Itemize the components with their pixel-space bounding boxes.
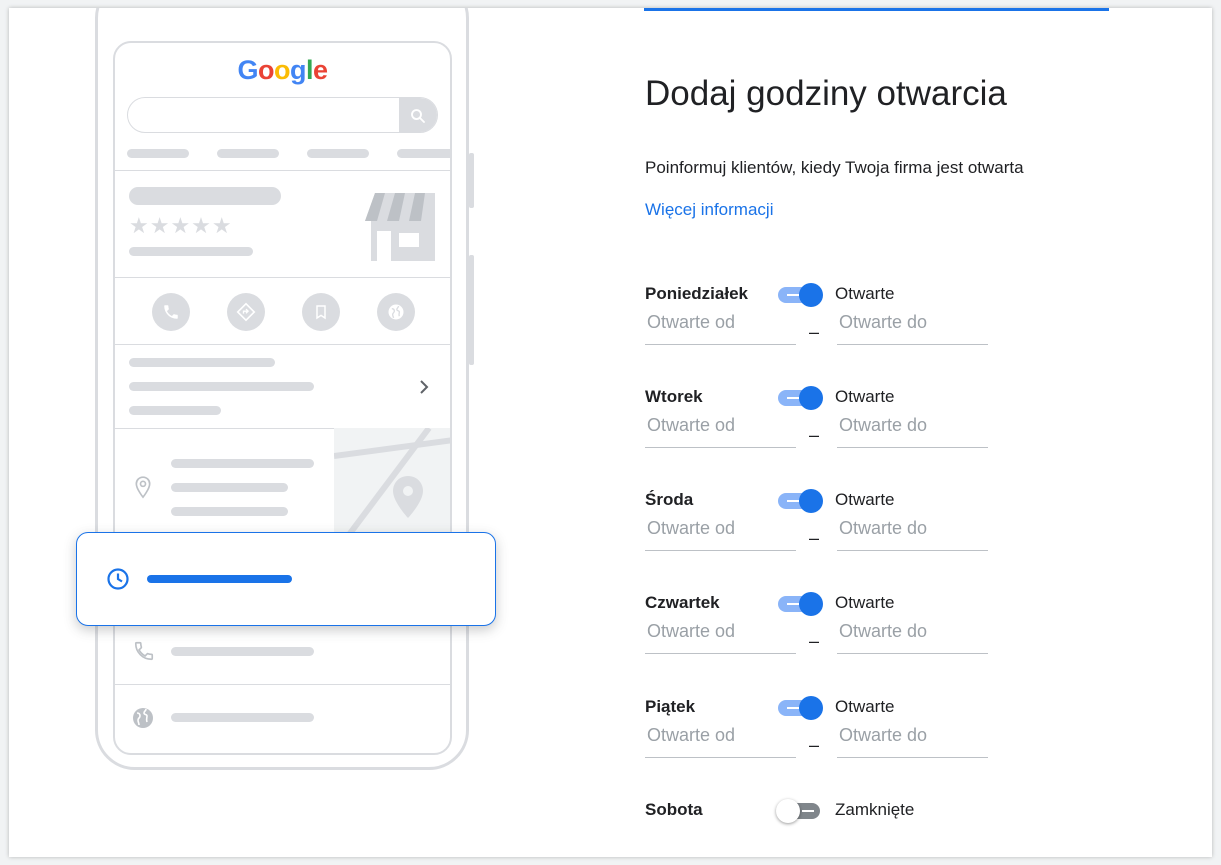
open-toggle[interactable] xyxy=(776,591,824,617)
opening-time-field[interactable] xyxy=(645,615,796,654)
day-row-czwartek: Czwartek Otwarte – xyxy=(645,591,1015,673)
open-status-label: Otwarte xyxy=(835,284,895,303)
day-name: Czwartek xyxy=(645,593,720,612)
divider xyxy=(115,277,450,278)
search-icon xyxy=(399,98,437,132)
placeholder-bar xyxy=(171,483,288,492)
divider xyxy=(115,344,450,345)
phone-screen: Google ★★★★★ xyxy=(113,41,452,755)
logo-letter: l xyxy=(305,55,314,85)
opening-time-input[interactable] xyxy=(645,518,796,539)
placeholder-bar xyxy=(171,647,314,656)
day-name: Piątek xyxy=(645,697,696,716)
day-row-sroda: Środa Otwarte – xyxy=(645,488,1015,570)
logo-letter: e xyxy=(313,55,328,85)
logo-letter: G xyxy=(237,55,258,85)
closing-time-field[interactable] xyxy=(837,512,988,551)
store-icon xyxy=(365,193,435,261)
closing-time-field[interactable] xyxy=(837,719,988,758)
directions-icon xyxy=(227,293,265,331)
placeholder-bar xyxy=(171,713,314,722)
placeholder-bar xyxy=(129,406,221,415)
placeholder-bar xyxy=(397,149,450,158)
logo-letter: o xyxy=(273,55,291,85)
day-name: Poniedziałek xyxy=(645,284,748,303)
time-separator: – xyxy=(809,735,820,755)
location-pin-icon xyxy=(135,476,151,499)
map-thumbnail xyxy=(334,428,450,548)
closing-time-input[interactable] xyxy=(837,621,988,642)
placeholder-bar xyxy=(129,247,253,256)
time-separator: – xyxy=(809,322,820,342)
placeholder-bar xyxy=(307,149,369,158)
hours-placeholder-line xyxy=(147,575,292,583)
placeholder-bar xyxy=(171,459,314,468)
open-toggle[interactable] xyxy=(776,385,824,411)
globe-icon xyxy=(377,293,415,331)
open-status-label: Otwarte xyxy=(835,697,895,716)
opening-time-field[interactable] xyxy=(645,409,796,448)
main-frame: Google ★★★★★ Dodaj godziny otwarcia Poin… xyxy=(9,8,1212,857)
day-row-piatek: Piątek Otwarte – xyxy=(645,695,1015,777)
page-subtitle: Poinformuj klientów, kiedy Twoja firma j… xyxy=(645,158,1024,177)
open-toggle[interactable] xyxy=(776,488,824,514)
time-separator: – xyxy=(809,425,820,445)
google-logo: Google xyxy=(115,55,450,86)
closing-time-input[interactable] xyxy=(837,415,988,436)
placeholder-bar xyxy=(127,149,189,158)
open-toggle[interactable] xyxy=(776,695,824,721)
open-toggle[interactable] xyxy=(776,282,824,308)
clock-icon xyxy=(107,568,129,590)
chevron-right-icon xyxy=(420,380,429,394)
day-row-wtorek: Wtorek Otwarte – xyxy=(645,385,1015,467)
placeholder-bar xyxy=(217,149,279,158)
mock-search-bar xyxy=(127,97,438,133)
placeholder-bar xyxy=(129,187,281,205)
opening-time-field[interactable] xyxy=(645,719,796,758)
closing-time-input[interactable] xyxy=(837,725,988,746)
logo-letter: o xyxy=(257,55,275,85)
day-name: Środa xyxy=(645,490,694,509)
phone-icon xyxy=(152,293,190,331)
closing-time-field[interactable] xyxy=(837,409,988,448)
open-status-label: Otwarte xyxy=(835,387,895,406)
phone-icon xyxy=(134,641,154,661)
divider xyxy=(115,684,450,685)
opening-time-field[interactable] xyxy=(645,306,796,345)
logo-letter: g xyxy=(289,55,307,85)
closing-time-input[interactable] xyxy=(837,518,988,539)
map-pin-icon xyxy=(334,428,450,548)
open-status-label: Otwarte xyxy=(835,490,895,509)
day-name: Sobota xyxy=(645,800,703,819)
opening-time-input[interactable] xyxy=(645,725,796,746)
opening-time-input[interactable] xyxy=(645,621,796,642)
closing-time-input[interactable] xyxy=(837,312,988,333)
open-toggle[interactable] xyxy=(776,798,824,824)
hours-highlight-card xyxy=(76,532,496,626)
open-status-label: Otwarte xyxy=(835,593,895,612)
opening-time-field[interactable] xyxy=(645,512,796,551)
phone-side-button xyxy=(469,255,474,365)
opening-time-input[interactable] xyxy=(645,312,796,333)
time-separator: – xyxy=(809,631,820,651)
day-row-sobota: Sobota Zamknięte xyxy=(645,798,1015,840)
progress-bar xyxy=(644,8,1109,11)
globe-icon xyxy=(133,708,153,728)
placeholder-bar xyxy=(129,382,314,391)
phone-side-button xyxy=(469,153,474,208)
opening-time-input[interactable] xyxy=(645,415,796,436)
rating-stars: ★★★★★ xyxy=(129,213,233,238)
day-row-poniedzialek: Poniedziałek Otwarte – xyxy=(645,282,1015,364)
day-name: Wtorek xyxy=(645,387,703,406)
time-separator: – xyxy=(809,528,820,548)
divider xyxy=(115,170,450,171)
placeholder-bar xyxy=(129,358,275,367)
page-title: Dodaj godziny otwarcia xyxy=(645,74,1007,113)
closing-time-field[interactable] xyxy=(837,615,988,654)
closing-time-field[interactable] xyxy=(837,306,988,345)
bookmark-icon xyxy=(302,293,340,331)
more-info-link[interactable]: Więcej informacji xyxy=(645,200,773,220)
closed-status-label: Zamknięte xyxy=(835,800,915,819)
placeholder-bar xyxy=(171,507,288,516)
